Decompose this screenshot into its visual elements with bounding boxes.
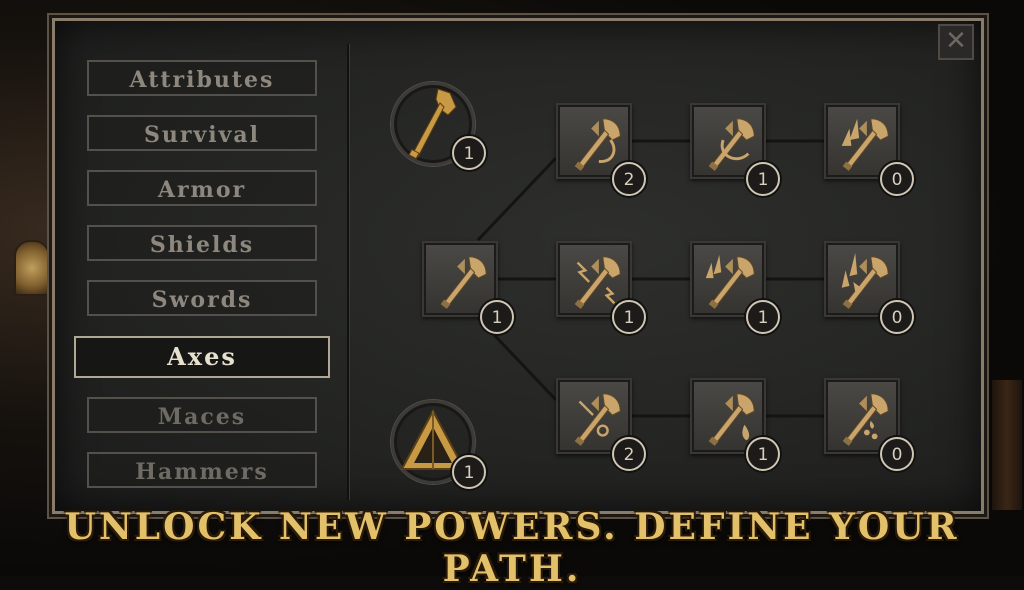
axe-spikes-icon [841, 252, 889, 310]
axe-blades-icon [841, 118, 889, 172]
axe-chain-icon [574, 393, 621, 447]
axe-mastery-count-badge: 1 [452, 136, 486, 170]
axe-swirl-icon [708, 118, 755, 172]
skill-node-top-3-count: 0 [880, 162, 914, 196]
skill-node-top-1-count: 2 [612, 162, 646, 196]
axe-drops-icon [842, 393, 889, 447]
skill-node-bot-3-count: 0 [880, 437, 914, 471]
promo-tagline: UNLOCK NEW POWERS. DEFINE YOUR PATH. [64, 506, 960, 590]
axe-blood-icon [708, 393, 755, 447]
skill-node-mid-2-count: 1 [746, 300, 780, 334]
axe-hook-icon [574, 118, 621, 172]
axe-shards-icon [705, 254, 755, 310]
skill-node-mid-3-count: 0 [880, 300, 914, 334]
axe-lightning-icon [574, 256, 621, 310]
skill-node-bot-1-count: 2 [612, 437, 646, 471]
skill-node-mid-1-count: 1 [612, 300, 646, 334]
skill-node-top-2-count: 1 [746, 162, 780, 196]
axe-icon [440, 256, 487, 310]
pyramid-count-badge: 1 [452, 455, 486, 489]
skill-node-bot-2-count: 1 [746, 437, 780, 471]
skill-node-root-count: 1 [480, 300, 514, 334]
